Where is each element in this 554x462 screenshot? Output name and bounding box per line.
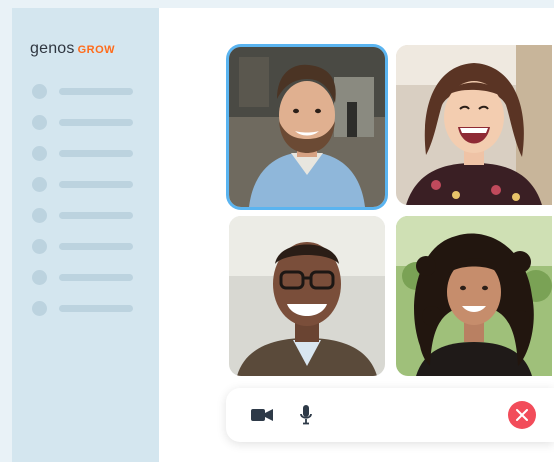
nav-label-placeholder [59, 212, 133, 219]
nav-label-placeholder [59, 274, 133, 281]
nav-dot-icon [32, 301, 47, 316]
video-call-app: genos GROW [12, 8, 554, 462]
participant-video-man-glasses-icon [229, 216, 385, 376]
nav-label-placeholder [59, 150, 133, 157]
sidebar-item-placeholder[interactable] [32, 208, 133, 223]
participant-tile-2[interactable] [396, 45, 552, 205]
sidebar: genos GROW [12, 8, 159, 462]
sidebar-item-placeholder[interactable] [32, 239, 133, 254]
sidebar-item-placeholder[interactable] [32, 177, 133, 192]
nav-dot-icon [32, 177, 47, 192]
brand-logo[interactable]: genos GROW [30, 40, 115, 59]
nav-dot-icon [32, 239, 47, 254]
sidebar-item-placeholder[interactable] [32, 301, 133, 316]
end-call-icon [516, 409, 528, 421]
nav-label-placeholder [59, 88, 133, 95]
nav-dot-icon [32, 208, 47, 223]
video-camera-icon [251, 409, 273, 421]
participant-tile-4[interactable] [396, 216, 552, 376]
participant-tile-1[interactable] [229, 47, 385, 207]
participant-tile-3[interactable] [229, 216, 385, 376]
end-call-button[interactable] [508, 401, 536, 429]
nav-label-placeholder [59, 243, 133, 250]
brand-name-part2: GROW [77, 44, 116, 56]
toggle-microphone-button[interactable] [296, 402, 316, 428]
nav-dot-icon [32, 115, 47, 130]
nav-label-placeholder [59, 119, 133, 126]
nav-label-placeholder [59, 305, 133, 312]
participant-video-man-beard-icon [229, 47, 385, 207]
nav-label-placeholder [59, 181, 133, 188]
call-controls-bar [226, 388, 554, 442]
nav-dot-icon [32, 84, 47, 99]
sidebar-nav [32, 84, 133, 332]
sidebar-item-placeholder[interactable] [32, 146, 133, 161]
participant-video-woman-laughing-icon [396, 45, 552, 205]
toggle-camera-button[interactable] [249, 402, 275, 428]
brand-name-part1: genos [30, 40, 75, 57]
nav-dot-icon [32, 146, 47, 161]
nav-dot-icon [32, 270, 47, 285]
participant-video-woman-curly-hair-icon [396, 216, 552, 376]
microphone-icon [300, 405, 312, 425]
sidebar-item-placeholder[interactable] [32, 84, 133, 99]
sidebar-item-placeholder[interactable] [32, 115, 133, 130]
sidebar-item-placeholder[interactable] [32, 270, 133, 285]
